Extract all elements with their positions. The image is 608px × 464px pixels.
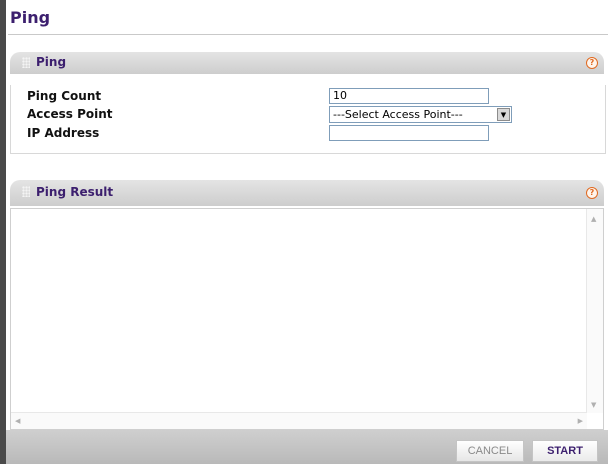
scroll-left-icon[interactable]: ◀ bbox=[15, 417, 20, 425]
ping-section-title: Ping bbox=[36, 55, 67, 69]
title-divider bbox=[8, 34, 608, 35]
ping-count-label: Ping Count bbox=[27, 89, 102, 103]
scroll-up-icon[interactable]: ▲ bbox=[591, 215, 596, 223]
ip-address-label: IP Address bbox=[27, 126, 100, 140]
page-title: Ping bbox=[10, 8, 51, 27]
ping-count-field[interactable]: 10 bbox=[329, 88, 489, 104]
ping-result-section-title: Ping Result bbox=[36, 185, 114, 199]
help-icon[interactable]: ? bbox=[586, 187, 598, 199]
chevron-down-icon[interactable]: ▼ bbox=[497, 108, 510, 121]
access-point-select-value: ---Select Access Point--- bbox=[333, 108, 463, 121]
ping-section-header: Ping ? bbox=[10, 52, 604, 74]
window-left-border bbox=[0, 0, 6, 464]
access-point-select[interactable]: ---Select Access Point--- ▼ bbox=[329, 106, 512, 123]
scroll-right-icon[interactable]: ▶ bbox=[578, 417, 583, 425]
ping-form: Ping Count 10 Access Point ---Select Acc… bbox=[10, 85, 606, 154]
access-point-label: Access Point bbox=[27, 107, 113, 121]
grip-icon bbox=[22, 186, 30, 197]
help-icon[interactable]: ? bbox=[586, 57, 598, 69]
ping-result-section-header: Ping Result ? bbox=[10, 180, 604, 206]
ip-address-field[interactable] bbox=[329, 125, 489, 141]
ping-result-textarea[interactable]: ▲ ▼ ◀ ▶ bbox=[10, 208, 604, 430]
start-button[interactable]: START bbox=[532, 440, 598, 462]
scroll-down-icon[interactable]: ▼ bbox=[591, 401, 596, 409]
horizontal-scrollbar[interactable]: ◀ ▶ bbox=[11, 412, 587, 429]
cancel-button[interactable]: CANCEL bbox=[456, 440, 524, 462]
vertical-scrollbar[interactable]: ▲ ▼ bbox=[586, 209, 603, 413]
grip-icon bbox=[22, 57, 30, 68]
footer-bar: CANCEL START bbox=[6, 430, 608, 464]
